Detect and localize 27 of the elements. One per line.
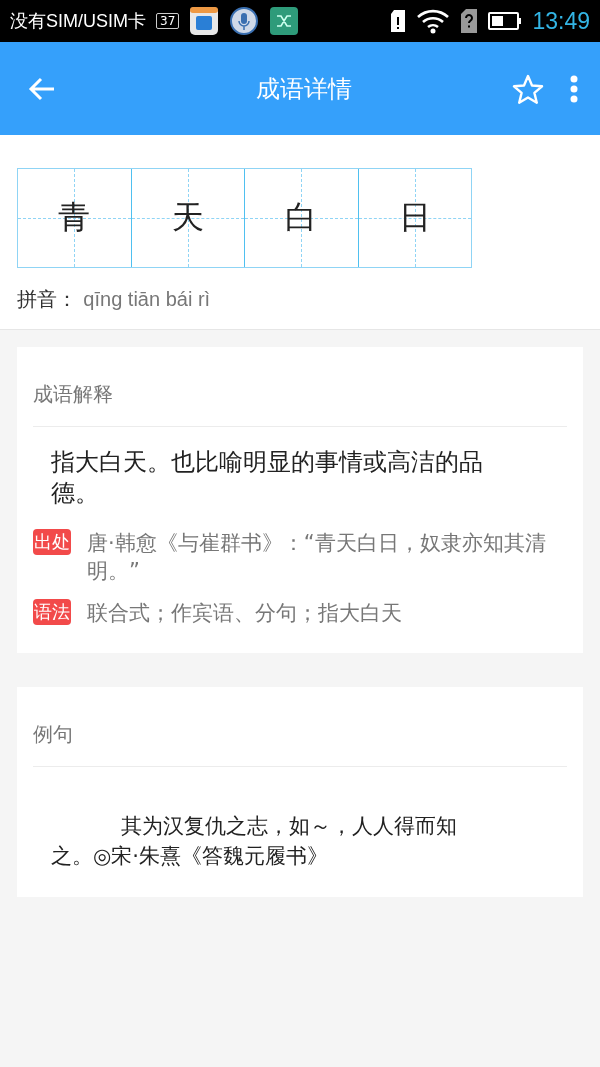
pinyin-text: qīng tiān bái rì xyxy=(83,288,211,310)
note-tag: 出处 xyxy=(33,529,71,555)
back-arrow-icon xyxy=(28,76,56,101)
carrier-text: 没有SIM/USIM卡 xyxy=(10,10,146,33)
shuffle-app-icon xyxy=(269,6,300,36)
clock-text: 13:49 xyxy=(532,7,590,35)
note-text: 联合式；作宾语、分句；指大白天 xyxy=(87,600,402,627)
example-sentence: 其为汉复仇之志，如～，人人得而知之。◎宋·朱熹《答魏元履书》 xyxy=(50,813,458,870)
menu-icon xyxy=(570,74,578,103)
character-cell: 青 xyxy=(18,169,132,267)
definition-text: 指大白天。也比喻明显的事情或高洁的品德。 xyxy=(50,447,484,509)
star-icon xyxy=(512,73,544,104)
notification-count: 37 xyxy=(156,13,180,29)
pinyin-label: 拼音： xyxy=(17,287,77,311)
section-heading: 例句 xyxy=(33,687,567,767)
section-heading: 成语解释 xyxy=(33,347,567,427)
microphone-app-icon xyxy=(229,6,260,36)
wifi-icon xyxy=(416,8,451,34)
sd-card-icon xyxy=(390,9,407,33)
character-cell: 天 xyxy=(131,169,245,267)
battery-icon xyxy=(488,11,523,31)
sim-missing-icon xyxy=(460,8,479,34)
character-cell: 白 xyxy=(245,169,359,267)
character-cell: 日 xyxy=(358,169,471,267)
screen-title: 成语详情 xyxy=(255,73,353,105)
note-tag: 语法 xyxy=(33,599,71,625)
note-text: 唐·韩愈《与崔群书》：“青天白日，奴隶亦知其清明。” xyxy=(87,530,547,585)
